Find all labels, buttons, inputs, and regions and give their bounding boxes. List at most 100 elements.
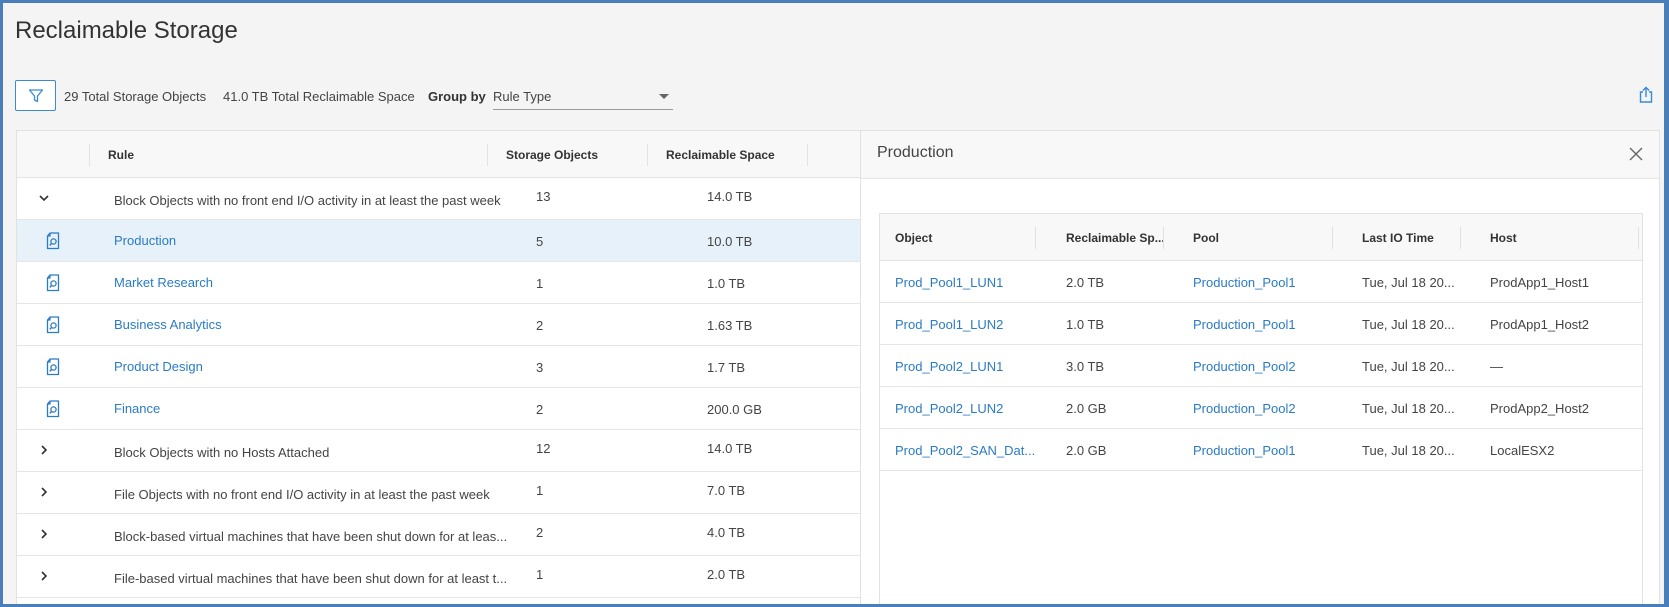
pool-link[interactable]: Production_Pool2 (1193, 401, 1296, 416)
detail-panel-header: Production (861, 131, 1659, 179)
rule-group-row[interactable]: File-based virtual machines that have be… (17, 556, 860, 598)
storage-object-icon (46, 358, 60, 376)
rule-group-row[interactable]: File Objects with no front end I/O activ… (17, 472, 860, 514)
pool-link[interactable]: Production_Pool1 (1193, 443, 1296, 458)
total-objects-label: 29 Total Storage Objects (64, 89, 207, 104)
rule-name: File-based virtual machines that have be… (114, 571, 508, 586)
chevron-right-icon[interactable] (37, 443, 51, 457)
rules-table-body: Block Objects with no front end I/O acti… (17, 178, 860, 598)
reclaimable-space-value: 2.0 GB (1066, 401, 1107, 416)
storage-object-icon (46, 316, 60, 334)
rule-child-row[interactable]: Business Analytics 2 1.63 TB (17, 304, 860, 346)
storage-objects-count: 2 (536, 525, 544, 540)
page-title: Reclaimable Storage (15, 17, 238, 44)
column-header-reclaimable-space[interactable]: Reclaimable Sp... (1066, 231, 1165, 245)
column-header-host[interactable]: Host (1490, 231, 1517, 245)
chevron-right-icon[interactable] (37, 485, 51, 499)
storage-object-icon (46, 274, 60, 292)
reclaimable-space-value: 14.0 TB (707, 441, 753, 456)
rule-name[interactable]: Product Design (114, 359, 203, 374)
column-divider (1035, 227, 1036, 249)
chevron-right-icon[interactable] (37, 569, 51, 583)
close-button[interactable] (1627, 145, 1645, 163)
reclaimable-space-value: 2.0 GB (1066, 443, 1107, 458)
rule-name: Block Objects with no front end I/O acti… (114, 193, 501, 208)
object-link[interactable]: Prod_Pool2_LUN2 (895, 401, 1003, 416)
pool-link[interactable]: Production_Pool1 (1193, 275, 1296, 290)
reclaimable-space-value: 200.0 GB (707, 402, 762, 417)
reclaimable-space-value: 1.0 TB (707, 276, 746, 291)
storage-objects-count: 3 (536, 360, 544, 375)
export-button[interactable] (1637, 86, 1655, 104)
column-divider (807, 144, 808, 166)
detail-table-row[interactable]: Prod_Pool2_SAN_Dat... 2.0 GB Production_Po… (880, 429, 1642, 471)
toolbar: 29 Total Storage Objects 41.0 TB Total R… (15, 80, 1655, 112)
reclaimable-space-value: 2.0 TB (1066, 275, 1105, 290)
rule-group-row[interactable]: Block Objects with no front end I/O acti… (17, 178, 860, 220)
rule-child-row[interactable]: Market Research 1 1.0 TB (17, 262, 860, 304)
object-link[interactable]: Prod_Pool2_LUN1 (895, 359, 1003, 374)
chevron-down-icon[interactable] (37, 191, 51, 205)
last-io-time: Tue, Jul 18 20... (1362, 359, 1455, 374)
rule-group-row[interactable]: Block-based virtual machines that have b… (17, 514, 860, 556)
detail-table: Object Reclaimable Sp... Pool Last IO Ti… (879, 213, 1643, 604)
rule-group-row[interactable]: Block Objects with no Hosts Attached 12 14… (17, 430, 860, 472)
pool-link[interactable]: Production_Pool1 (1193, 317, 1296, 332)
storage-objects-count: 12 (536, 441, 551, 456)
rule-child-row[interactable]: Production 5 10.0 TB (17, 220, 860, 262)
rule-child-row[interactable]: Finance 2 200.0 GB (17, 388, 860, 430)
total-space-label: 41.0 TB Total Reclaimable Space (223, 89, 415, 104)
rules-table-header: Rule Storage Objects Reclaimable Space (17, 131, 860, 178)
host-name: — (1490, 359, 1503, 374)
column-header-rule[interactable]: Rule (108, 148, 134, 162)
rule-child-row[interactable]: Product Design 3 1.7 TB (17, 346, 860, 388)
export-icon (1639, 86, 1653, 103)
storage-object-icon (46, 232, 60, 250)
rule-name[interactable]: Finance (114, 401, 160, 416)
filter-button[interactable] (15, 80, 56, 111)
detail-table-row[interactable]: Prod_Pool2_LUN1 3.0 TB Production_Pool2 Tue… (880, 345, 1642, 387)
detail-table-body: Prod_Pool1_LUN1 2.0 TB Production_Pool1 Tue… (880, 261, 1642, 471)
storage-object-icon (46, 400, 60, 418)
rule-name: Block-based virtual machines that have b… (114, 529, 508, 544)
detail-table-row[interactable]: Prod_Pool2_LUN2 2.0 GB Production_Pool2 Tue… (880, 387, 1642, 429)
column-header-storage-objects[interactable]: Storage Objects (506, 148, 598, 162)
column-divider (1163, 227, 1164, 249)
rule-name: Block Objects with no Hosts Attached (114, 445, 330, 460)
rule-name[interactable]: Market Research (114, 275, 213, 290)
filter-icon (28, 88, 43, 102)
rule-name[interactable]: Production (114, 233, 176, 248)
close-icon (1629, 147, 1643, 161)
host-name: ProdApp2_Host2 (1490, 401, 1590, 416)
reclaimable-space-value: 1.7 TB (707, 360, 746, 375)
column-divider (89, 144, 90, 166)
last-io-time: Tue, Jul 18 20... (1362, 275, 1455, 290)
detail-table-header: Object Reclaimable Sp... Pool Last IO Ti… (880, 214, 1642, 261)
rules-table: Rule Storage Objects Reclaimable Space B… (16, 130, 860, 604)
caret-down-icon (659, 94, 669, 99)
column-divider (1460, 227, 1461, 249)
reclaimable-space-value: 1.63 TB (707, 318, 753, 333)
object-link[interactable]: Prod_Pool1_LUN1 (895, 275, 1003, 290)
rule-name[interactable]: Business Analytics (114, 317, 222, 332)
column-header-object[interactable]: Object (895, 231, 932, 245)
last-io-time: Tue, Jul 18 20... (1362, 317, 1455, 332)
reclaimable-space-value: 10.0 TB (707, 234, 753, 249)
reclaimable-space-value: 7.0 TB (707, 483, 746, 498)
storage-objects-count: 13 (536, 189, 551, 204)
object-link[interactable]: Prod_Pool1_LUN2 (895, 317, 1003, 332)
detail-table-row[interactable]: Prod_Pool1_LUN2 1.0 TB Production_Pool1 Tue… (880, 303, 1642, 345)
column-header-last-io-time[interactable]: Last IO Time (1362, 231, 1434, 245)
column-divider (487, 144, 488, 166)
storage-objects-count: 1 (536, 483, 544, 498)
group-by-dropdown[interactable]: Rule Type (493, 82, 673, 110)
chevron-right-icon[interactable] (37, 527, 51, 541)
column-divider (1332, 227, 1333, 249)
storage-objects-count: 2 (536, 402, 544, 417)
detail-table-row[interactable]: Prod_Pool1_LUN1 2.0 TB Production_Pool1 Tue… (880, 261, 1642, 303)
column-header-pool[interactable]: Pool (1193, 231, 1219, 245)
pool-link[interactable]: Production_Pool2 (1193, 359, 1296, 374)
column-header-reclaimable-space[interactable]: Reclaimable Space (666, 148, 775, 162)
object-link[interactable]: Prod_Pool2_SAN_Dat... (895, 443, 1035, 458)
reclaimable-space-value: 2.0 TB (707, 567, 746, 582)
